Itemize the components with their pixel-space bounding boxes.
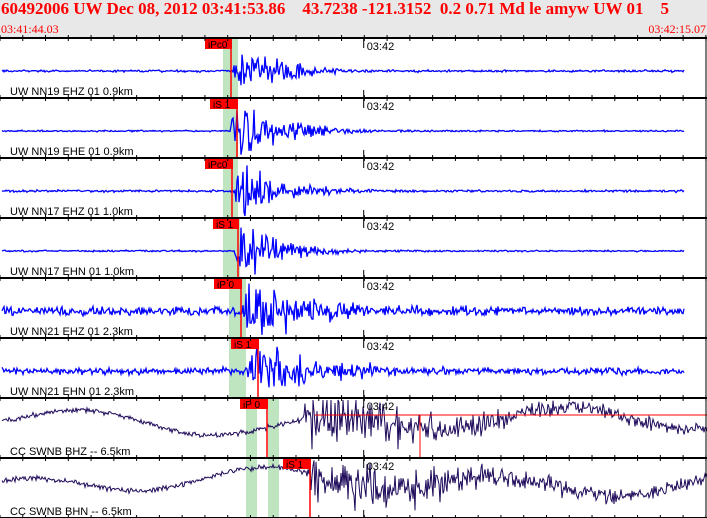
pick-label: iPc0 [208, 40, 228, 51]
waveform-trace [1, 346, 685, 388]
pick-window [246, 458, 257, 518]
waveform-trace [1, 399, 707, 450]
station-label: UW NN21 EHN 01 2.3km [10, 386, 134, 398]
station-label: UW NN17 EHZ 01 1.0km [10, 206, 133, 218]
minute-label: 03:42 [367, 341, 395, 353]
minute-label: 03:42 [367, 281, 395, 293]
minute-label: 03:42 [367, 401, 395, 413]
minute-label: 03:42 [367, 221, 395, 233]
station-label: UW NN21 EHZ 01 2.3km [10, 326, 133, 338]
pick-label: iP 0 [243, 400, 260, 411]
pick-label: iS 1 [213, 100, 231, 111]
station-label: UW NN19 EHZ 01 0.9km [10, 86, 133, 98]
waveform-trace [1, 54, 685, 86]
seismogram-viewer: 60492006 UW Dec 08, 2012 03:41:53.86 43.… [0, 0, 707, 518]
minute-label: 03:42 [367, 161, 395, 173]
waveform-trace [1, 459, 707, 511]
minute-label: 03:42 [367, 101, 395, 113]
station-label: UW NN17 EHN 01 1.0km [10, 266, 134, 278]
pick-label: iS 1 [216, 220, 234, 231]
pick-label: iP 0 [217, 280, 234, 291]
minute-label: 03:42 [367, 41, 395, 53]
waveform-plot: iPc0 03:42 UW NN19 EHZ 01 0.9km iS 1 03:42 UW… [0, 35, 707, 518]
pick-label: iS 1 [286, 460, 304, 471]
station-label: UW NN19 EHE 01 0.9km [10, 146, 133, 158]
station-label: CC SWNB BHZ -- 6.5km [10, 446, 130, 458]
pick-label: iS 1 [234, 340, 252, 351]
minute-label: 03:42 [367, 461, 395, 473]
pick-label: iPc0 [208, 160, 228, 171]
